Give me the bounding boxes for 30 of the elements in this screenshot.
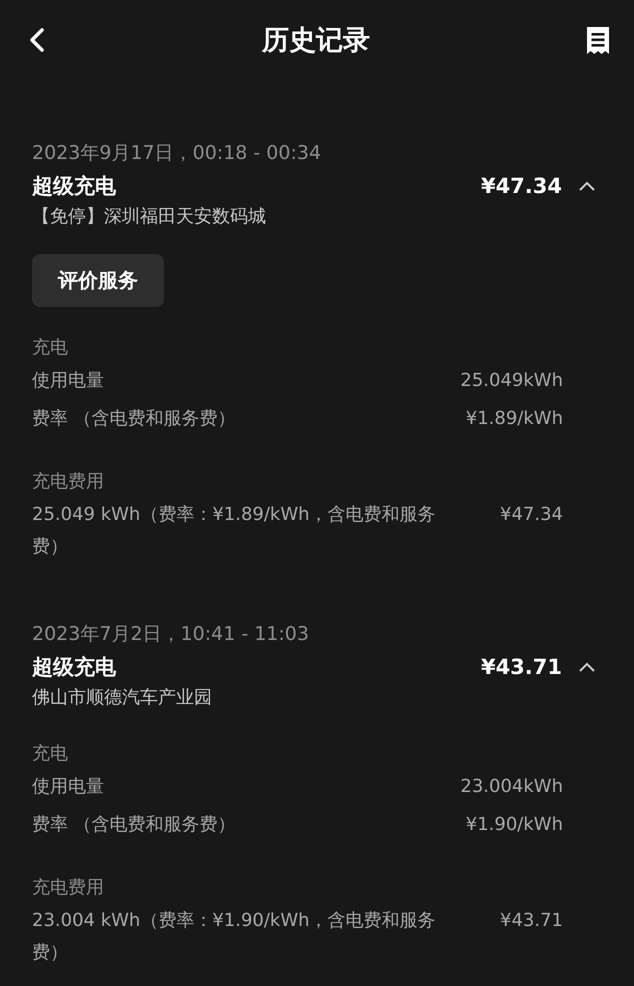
chevron-up-icon[interactable] (578, 662, 596, 672)
detail-label: 使用电量 (32, 775, 104, 799)
charge-price: ¥47.34 (480, 174, 562, 198)
detail-label: 费率 （含电费和服务费） (32, 813, 236, 837)
detail-value: ¥1.89/kWh (466, 407, 563, 431)
charge-location: 【免停】深圳福田天安数码城 (32, 205, 267, 229)
detail-value: 23.004kWh (460, 775, 563, 799)
detail-label: 费率 （含电费和服务费） (32, 407, 236, 431)
charge-time: 2023年9月17日，00:18 - 00:34 (32, 141, 322, 166)
section-heading: 充电 (32, 742, 69, 766)
page-title: 历史记录 (262, 24, 370, 58)
detail-label: 使用电量 (32, 369, 104, 393)
section-heading: 充电费用 (32, 876, 105, 900)
charge-type: 超级充电 (32, 173, 117, 200)
detail-value: ¥47.34 (500, 503, 563, 527)
receipt-icon[interactable] (586, 26, 610, 54)
detail-value: ¥43.71 (500, 909, 563, 933)
detail-label: 25.049 kWh（费率：¥1.89/kWh，含电费和服务费） (32, 503, 437, 559)
chevron-up-icon[interactable] (578, 180, 596, 192)
rate-service-button[interactable]: 评价服务 (32, 254, 164, 307)
detail-value: 25.049kWh (460, 369, 563, 393)
charge-type: 超级充电 (32, 654, 117, 681)
charge-location: 佛山市顺德汽车产业园 (32, 686, 213, 710)
charge-time: 2023年7月2日，10:41 - 11:03 (32, 622, 310, 647)
detail-value: ¥1.90/kWh (466, 813, 563, 837)
detail-label: 23.004 kWh（费率：¥1.90/kWh，含电费和服务费） (32, 909, 437, 965)
back-icon[interactable] (28, 27, 46, 53)
charge-price: ¥43.71 (480, 655, 562, 679)
section-heading: 充电 (32, 336, 69, 360)
section-heading: 充电费用 (32, 470, 105, 494)
